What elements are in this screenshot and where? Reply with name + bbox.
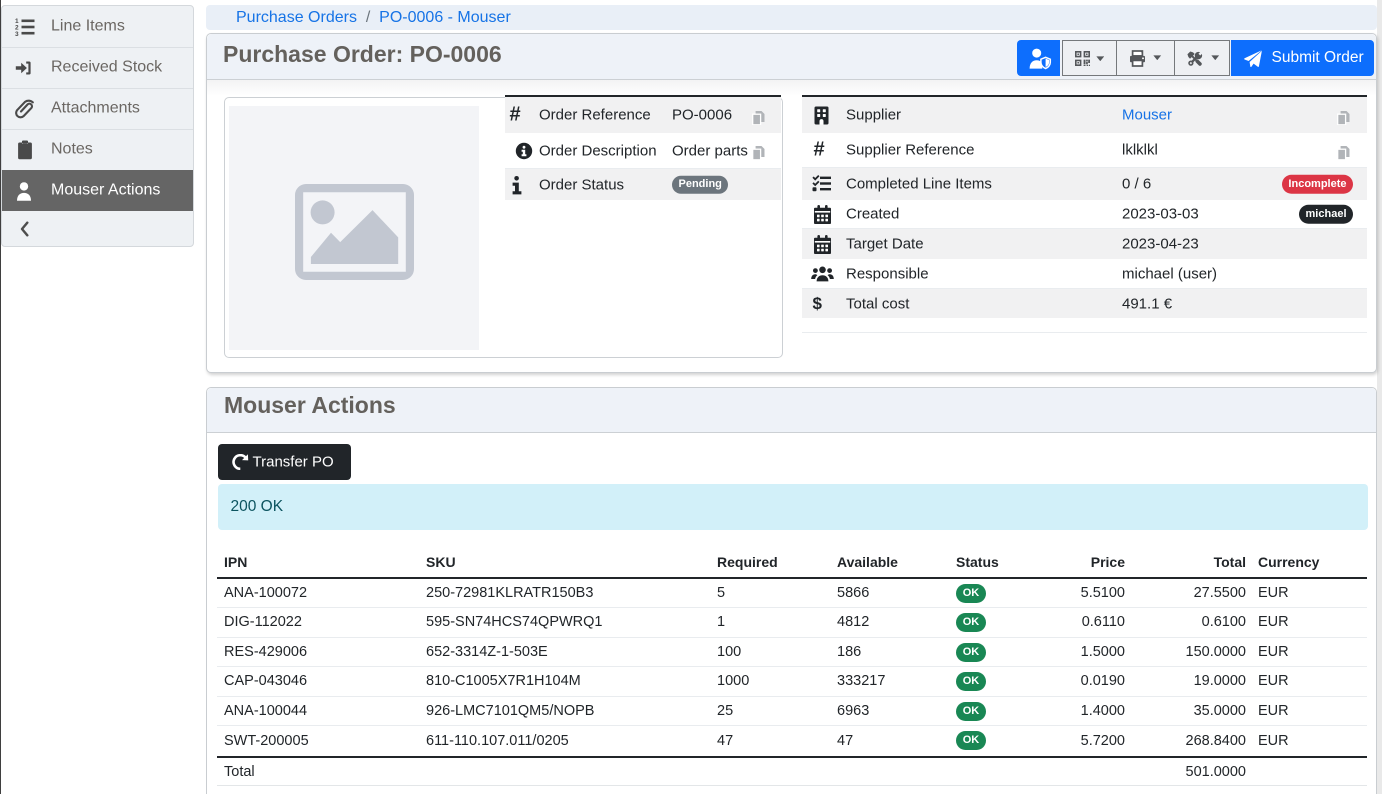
svg-text:3: 3: [15, 31, 19, 37]
